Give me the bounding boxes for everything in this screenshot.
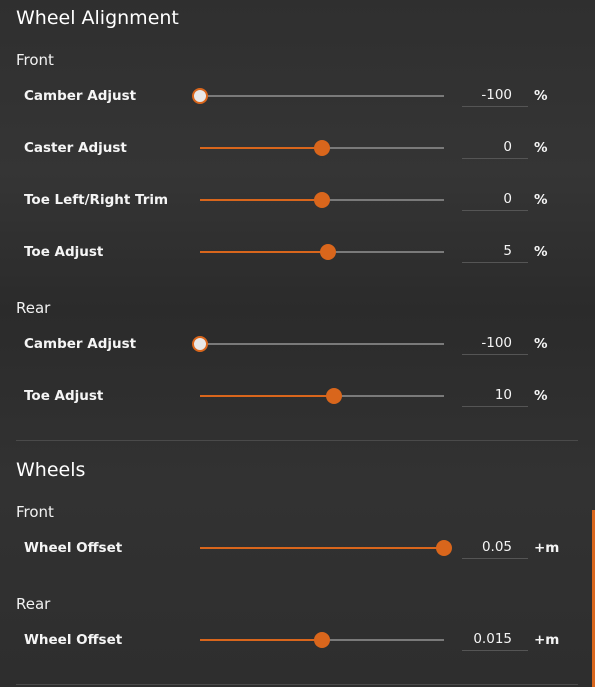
- alignment-front-title: Front: [16, 51, 54, 69]
- front-toe-adjust-slider[interactable]: [200, 237, 444, 267]
- wheels-rear-title: Rear: [16, 595, 51, 613]
- section-divider-bottom: [16, 684, 578, 685]
- setting-label: Wheel Offset: [24, 540, 123, 556]
- slider-fill: [200, 147, 322, 149]
- setting-label: Camber Adjust: [24, 88, 137, 104]
- setting-value: 10: [494, 387, 512, 403]
- rear-wheel-offset-slider[interactable]: [200, 625, 444, 655]
- front-camber-adjust-row: Camber Adjust -100 %: [0, 81, 580, 111]
- setting-value: 5: [503, 243, 512, 259]
- slider-fill: [200, 251, 329, 253]
- tuning-panel: Wheel Alignment Front Camber Adjust -100…: [0, 0, 595, 687]
- setting-value: 0.05: [481, 539, 512, 555]
- slider-thumb[interactable]: [192, 336, 208, 352]
- slider-thumb[interactable]: [320, 244, 337, 260]
- front-caster-adjust-slider[interactable]: [200, 133, 444, 163]
- section-divider: [16, 440, 578, 441]
- front-camber-adjust-value-field[interactable]: -100: [462, 83, 528, 107]
- wheels-front-title: Front: [16, 503, 54, 521]
- setting-unit: %: [534, 388, 548, 404]
- setting-value: -100: [481, 87, 512, 103]
- front-wheel-offset-value-field[interactable]: 0.05: [462, 535, 528, 559]
- setting-label: Toe Left/Right Trim: [24, 192, 169, 208]
- alignment-rear-title: Rear: [16, 299, 51, 317]
- slider-thumb[interactable]: [436, 540, 452, 556]
- setting-label: Caster Adjust: [24, 140, 127, 156]
- setting-value: 0.015: [473, 631, 512, 647]
- setting-unit: %: [534, 192, 548, 208]
- setting-label: Toe Adjust: [24, 244, 104, 260]
- setting-label: Camber Adjust: [24, 336, 137, 352]
- slider-thumb[interactable]: [326, 388, 343, 404]
- setting-unit: %: [534, 244, 548, 260]
- slider-fill: [200, 547, 444, 549]
- slider-track: [200, 95, 444, 97]
- slider-thumb[interactable]: [314, 140, 330, 156]
- slider-fill: [200, 639, 322, 641]
- setting-value: 0: [503, 139, 512, 155]
- front-wheel-offset-row: Wheel Offset 0.05 +m: [0, 533, 580, 563]
- front-toe-trim-slider[interactable]: [200, 185, 444, 215]
- wheels-title: Wheels: [16, 459, 86, 481]
- slider-thumb[interactable]: [192, 88, 208, 104]
- slider-thumb[interactable]: [314, 632, 330, 648]
- setting-value: 0: [503, 191, 512, 207]
- setting-label: Wheel Offset: [24, 632, 123, 648]
- slider-fill: [200, 199, 322, 201]
- front-toe-adjust-value-field[interactable]: 5: [462, 239, 528, 263]
- setting-unit: +m: [534, 632, 560, 648]
- rear-camber-adjust-value-field[interactable]: -100: [462, 331, 528, 355]
- wheel-alignment-title: Wheel Alignment: [16, 7, 179, 29]
- rear-toe-adjust-slider[interactable]: [200, 381, 444, 411]
- front-camber-adjust-slider[interactable]: [192, 81, 444, 111]
- rear-wheel-offset-value-field[interactable]: 0.015: [462, 627, 528, 651]
- setting-unit: %: [534, 88, 548, 104]
- rear-camber-adjust-slider[interactable]: [192, 329, 444, 359]
- setting-value: -100: [481, 335, 512, 351]
- front-wheel-offset-slider[interactable]: [200, 533, 452, 563]
- slider-fill: [200, 395, 335, 397]
- setting-unit: +m: [534, 540, 560, 556]
- front-caster-adjust-row: Caster Adjust 0 %: [0, 133, 580, 163]
- front-toe-adjust-row: Toe Adjust 5 %: [0, 237, 580, 267]
- rear-wheel-offset-row: Wheel Offset 0.015 +m: [0, 625, 580, 655]
- slider-track: [200, 343, 444, 345]
- rear-camber-adjust-row: Camber Adjust -100 %: [0, 329, 580, 359]
- front-toe-trim-value-field[interactable]: 0: [462, 187, 528, 211]
- front-toe-trim-row: Toe Left/Right Trim 0 %: [0, 185, 580, 215]
- slider-thumb[interactable]: [314, 192, 330, 208]
- front-caster-adjust-value-field[interactable]: 0: [462, 135, 528, 159]
- rear-toe-adjust-row: Toe Adjust 10 %: [0, 381, 580, 411]
- setting-label: Toe Adjust: [24, 388, 104, 404]
- setting-unit: %: [534, 140, 548, 156]
- rear-toe-adjust-value-field[interactable]: 10: [462, 383, 528, 407]
- setting-unit: %: [534, 336, 548, 352]
